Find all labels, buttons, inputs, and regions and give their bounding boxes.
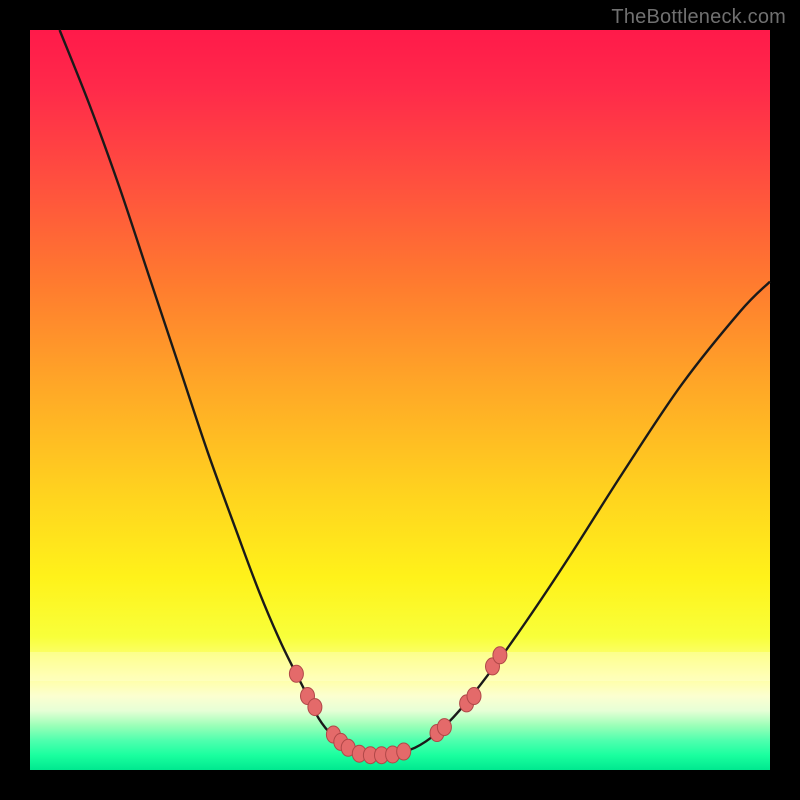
data-marker — [289, 665, 303, 682]
chart-frame: TheBottleneck.com — [0, 0, 800, 800]
data-marker — [493, 647, 507, 664]
data-marker — [397, 743, 411, 760]
chart-svg — [30, 30, 770, 770]
marker-layer — [289, 647, 507, 764]
bottleneck-curve — [60, 30, 770, 755]
data-marker — [437, 719, 451, 736]
data-marker — [467, 688, 481, 705]
plot-area — [30, 30, 770, 770]
data-marker — [308, 699, 322, 716]
watermark-text: TheBottleneck.com — [611, 6, 786, 29]
